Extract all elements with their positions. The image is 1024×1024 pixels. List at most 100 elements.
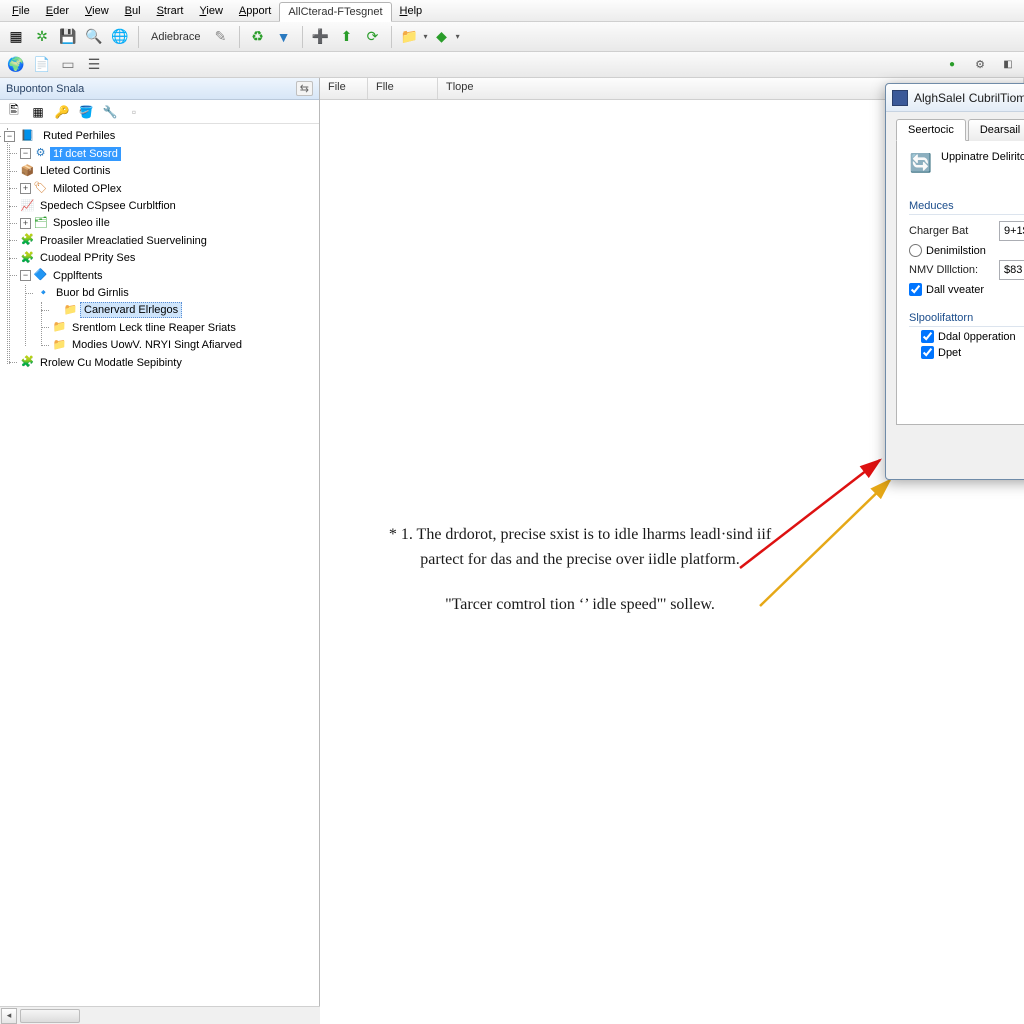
tool-bucket-icon[interactable]: 🪣: [76, 102, 96, 122]
sort-icon[interactable]: ◧: [996, 53, 1020, 77]
tree-item-label: Rrolew Cu Modatle Sepibinty: [37, 356, 185, 370]
components-icon: 🔷: [33, 267, 48, 284]
tree-item[interactable]: 🧩Proasiler Mreaclatied Suervelining: [20, 232, 317, 249]
tree-item[interactable]: 📁Srentlom Leck tline Reaper Sriats: [52, 319, 317, 336]
tree-item[interactable]: 🧩Cuodeal PPrity Ses: [20, 250, 317, 267]
menu-file[interactable]: File: [4, 2, 38, 20]
opt2-checkbox[interactable]: [921, 346, 934, 359]
menu-help[interactable]: Help: [392, 2, 431, 20]
column-header-file2[interactable]: Flle: [368, 78, 438, 99]
right-panel: File Flle Tlope * 1. The drdorot, precis…: [320, 78, 1024, 1024]
tool-grid-icon[interactable]: ▦: [28, 102, 48, 122]
dialog-title: AlghSaleI CubrilTiom Conect: [914, 91, 1024, 105]
horizontal-scrollbar[interactable]: ◂: [0, 1006, 320, 1024]
opt1-checkbox[interactable]: [921, 330, 934, 343]
tree-item-label: Canervard Elrlegos: [80, 302, 182, 318]
main-toolbar: ▦ ✲ 💾 🔍 🌐 Adiebrace ✎ ♻ ▼ ➕ ⬆ ⟳ 📁 ▾ ◆ ▾: [0, 22, 1024, 52]
menu-start[interactable]: Strart: [149, 2, 192, 20]
opt1-label: Ddal 0pperation: [938, 331, 1016, 343]
layers-icon: 🗂: [33, 215, 48, 232]
tree-item[interactable]: −⚙1f dcet Sosrd: [20, 145, 317, 162]
dialog-config: AlghSaleI CubrilTiom Conect ✕ Seertocic …: [885, 83, 1024, 480]
tree-item-label: Cpplftents: [50, 269, 106, 283]
menu-bul[interactable]: Bul: [117, 2, 149, 20]
card-icon[interactable]: ▭: [56, 53, 80, 77]
charger-input[interactable]: [999, 221, 1024, 241]
node-icon: 🔹: [36, 285, 51, 302]
annotation-text: * 1. The drdorot, precise sxist is to id…: [370, 523, 790, 637]
collapse-icon[interactable]: −: [20, 148, 31, 159]
denim-radio[interactable]: [909, 244, 922, 257]
tree-item[interactable]: +🏷Miloted OPlex: [20, 180, 317, 197]
gear-icon: ⚙: [33, 145, 48, 162]
up-arrow-icon[interactable]: ⬆: [335, 25, 359, 49]
world-icon[interactable]: 🌍: [4, 53, 28, 77]
menu-view[interactable]: View: [77, 2, 117, 20]
tree-item-label: Lleted Cortinis: [37, 164, 113, 178]
refresh-icon[interactable]: ✲: [30, 25, 54, 49]
dialog-titlebar[interactable]: AlghSaleI CubrilTiom Conect ✕: [886, 84, 1024, 112]
tree-item[interactable]: +🗂Sposleo ilIe: [20, 215, 317, 232]
list-icon[interactable]: ☰: [82, 53, 106, 77]
tree-item-label: Cuodeal PPrity Ses: [37, 251, 138, 265]
menu-bar: File Eder View Bul Strart Yiew Apport Al…: [0, 0, 1024, 22]
toolbar-label: Adiebrace: [145, 31, 207, 43]
expand-icon[interactable]: +: [20, 183, 31, 194]
tool-wrench-icon[interactable]: 🔧: [100, 102, 120, 122]
nmv-input[interactable]: [999, 260, 1024, 280]
annotation-p1: * 1. The drdorot, precise sxist is to id…: [370, 523, 790, 573]
search-icon[interactable]: 🔍: [82, 25, 106, 49]
tree-item[interactable]: 📁Modies UowV. NRYI Singt Afiarved: [52, 337, 317, 354]
tree-item-label: Proasiler Mreaclatied Suervelining: [37, 234, 210, 248]
nmv-label: NMV Dlllction:: [909, 264, 999, 276]
scroll-thumb[interactable]: [20, 1009, 80, 1023]
expand-icon[interactable]: +: [20, 218, 31, 229]
tree-item[interactable]: −🔷Cpplftents 🔹Buor bd Girnlis 📁Canervard…: [20, 267, 317, 354]
menu-view2[interactable]: Yiew: [191, 2, 230, 20]
grid-icon[interactable]: ▦: [4, 25, 28, 49]
sync-icon[interactable]: ⟳: [361, 25, 385, 49]
tree-item[interactable]: 🧩Rrolew Cu Modatle Sepibinty: [20, 354, 317, 371]
tree-item[interactable]: 📈Spedech CSpsee Curbltfion: [20, 198, 317, 215]
scroll-left-icon[interactable]: ◂: [1, 1008, 17, 1024]
chart-icon: 📈: [20, 198, 35, 215]
globe-icon[interactable]: 🌐: [108, 25, 132, 49]
annotation-p2: "Tarcer comtrol tion ‘’ idle speed"' sol…: [370, 593, 790, 618]
dall-checkbox[interactable]: [909, 283, 922, 296]
tree-item-label: Sposleo ilIe: [50, 216, 113, 230]
tool-page-icon[interactable]: ▫: [124, 102, 144, 122]
folder-icon: 📁: [63, 302, 78, 319]
update-icon: 🔄: [909, 151, 933, 175]
pin-icon[interactable]: ⇆: [296, 81, 313, 96]
collapse-icon[interactable]: −: [20, 270, 31, 281]
folder-icon[interactable]: 📁: [398, 25, 422, 49]
column-header-file[interactable]: File: [320, 78, 368, 99]
filter-icon[interactable]: ▼: [272, 25, 296, 49]
tool-tree-icon[interactable]: 🖺: [4, 102, 24, 122]
menu-alctered[interactable]: AllCterad-FTesgnet: [279, 2, 391, 22]
tool-key-icon[interactable]: 🔑: [52, 102, 72, 122]
tree-root[interactable]: − 📘 Ruted Perhiles −⚙1f dcet Sosrd 📦Llet…: [4, 128, 317, 372]
diamond-icon[interactable]: ◆: [430, 25, 454, 49]
tree-item[interactable]: 📦Lleted Cortinis: [20, 163, 317, 180]
menu-apport[interactable]: Apport: [231, 2, 279, 20]
module-icon: 🧩: [20, 250, 35, 267]
tab-detail[interactable]: Dearsail Niemel: [968, 119, 1024, 141]
tab-semantic[interactable]: Seertocic: [896, 119, 966, 141]
collapse-icon[interactable]: −: [4, 131, 15, 142]
tree-item[interactable]: 📁Canervard Elrlegos: [52, 302, 317, 319]
dialog-app-icon: [892, 90, 908, 106]
tree-item[interactable]: 🔹Buor bd Girnlis 📁Canervard Elrlegos 📁Sr…: [36, 285, 317, 355]
menu-eder[interactable]: Eder: [38, 2, 77, 20]
charger-label: Charger Bat: [909, 225, 999, 237]
left-panel-tools: 🖺 ▦ 🔑 🪣 🔧 ▫: [0, 100, 319, 124]
doc-icon[interactable]: 📄: [30, 53, 54, 77]
wand-icon[interactable]: ✎: [209, 25, 233, 49]
add-icon[interactable]: ➕: [309, 25, 333, 49]
settings-icon[interactable]: ⚙: [968, 53, 992, 77]
secondary-toolbar: 🌍 📄 ▭ ☰ ● ⚙ ◧: [0, 52, 1024, 78]
save-icon[interactable]: 💾: [56, 25, 80, 49]
status-dot-icon[interactable]: ●: [940, 53, 964, 77]
recycle-icon[interactable]: ♻: [246, 25, 270, 49]
tree-item-label: Miloted OPlex: [50, 182, 124, 196]
